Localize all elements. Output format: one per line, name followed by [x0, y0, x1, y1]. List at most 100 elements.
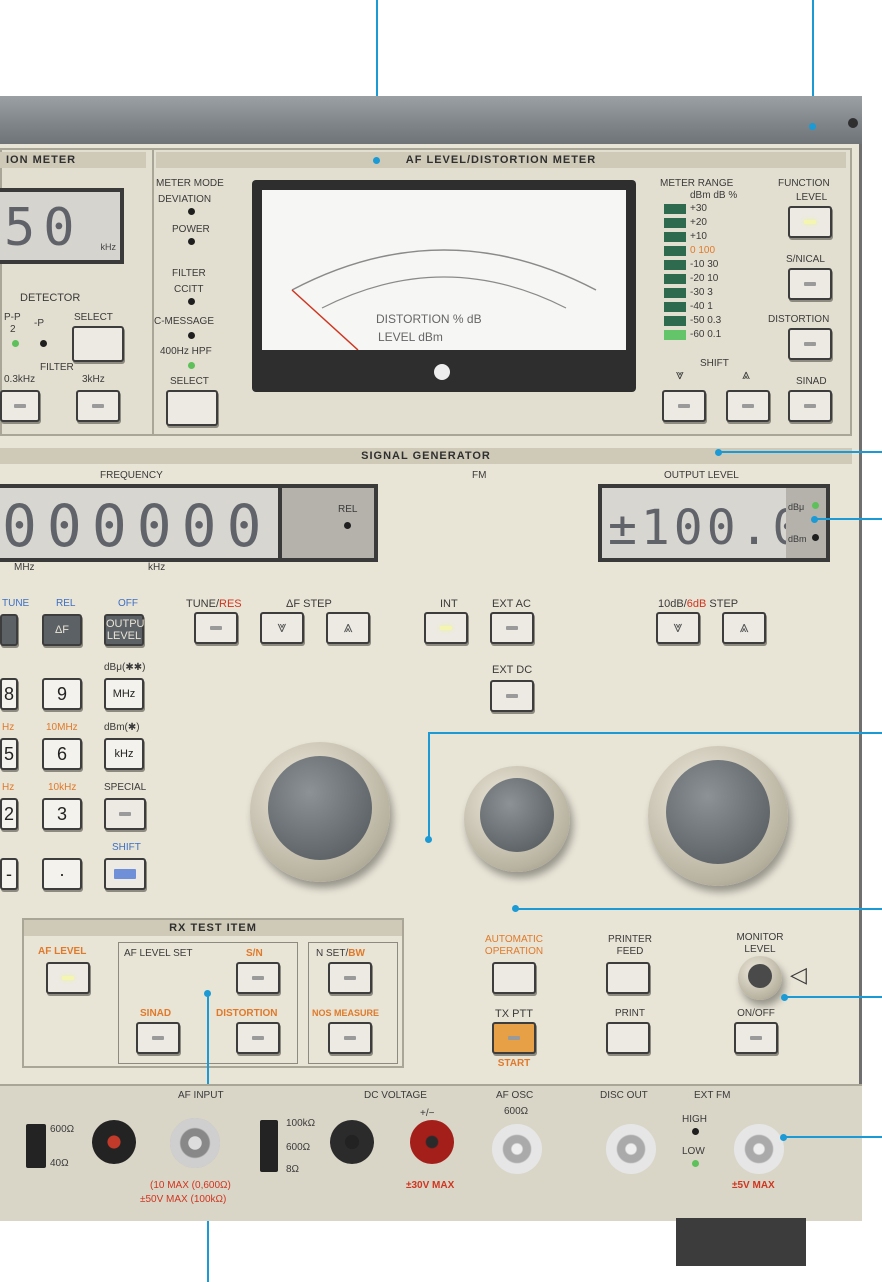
callout-line-extfm: [783, 1136, 882, 1138]
delta-f-key[interactable]: ΔF: [42, 614, 82, 646]
detector-label: DETECTOR: [20, 292, 81, 304]
tx-ptt-label: TX PTT: [495, 1008, 533, 1020]
ccitt-label: CCITT: [174, 284, 204, 295]
key-6[interactable]: 6: [42, 738, 82, 770]
af-osc-bnc[interactable]: [492, 1124, 542, 1174]
key-3[interactable]: 3: [42, 798, 82, 830]
key-2[interactable]: 2: [0, 798, 18, 830]
dc-voltage-jack-red[interactable]: [410, 1120, 454, 1164]
sn-label: S/N: [246, 948, 263, 959]
disc-out-bnc[interactable]: [606, 1124, 656, 1174]
print-button[interactable]: [606, 1022, 650, 1054]
ion-meter-title: ION METER: [0, 152, 146, 168]
sn-cal-label: S/NICAL: [786, 254, 825, 265]
key-minus[interactable]: -: [0, 858, 18, 890]
af-input-bnc[interactable]: [170, 1118, 220, 1168]
key-8[interactable]: 8: [0, 678, 18, 710]
impedance-switch-1[interactable]: [26, 1124, 46, 1168]
shift-up-button[interactable]: [726, 390, 770, 422]
level-step-down-button[interactable]: ⩔: [656, 612, 700, 644]
printer-feed-button[interactable]: [606, 962, 650, 994]
deviation-unit: kHz: [100, 242, 117, 252]
monitor-level-knob[interactable]: [738, 956, 782, 1000]
dc-voltage-label: DC VOLTAGE: [364, 1090, 427, 1101]
tune-res-button[interactable]: [194, 612, 238, 644]
callout-dot-knob: [425, 836, 432, 843]
distortion-function-label: DISTORTION: [768, 314, 830, 325]
sinad-function-button[interactable]: [788, 390, 832, 422]
af-osc-600-label: 600Ω: [504, 1106, 529, 1117]
tune-label: TUNE: [2, 598, 30, 609]
level-function-button[interactable]: [788, 206, 832, 238]
ccitt-lamp: [188, 298, 195, 305]
int-button[interactable]: [424, 612, 468, 644]
df-step-down-button[interactable]: ⩔: [260, 612, 304, 644]
step-10db-text: 10dB/: [658, 598, 687, 610]
distortion-rx-button[interactable]: [236, 1022, 280, 1054]
fm-deviation-knob[interactable]: [464, 766, 570, 872]
hz-label-2: Hz: [2, 782, 15, 793]
output-level-knob[interactable]: [648, 746, 788, 886]
meter-zero-adjust[interactable]: [434, 364, 450, 380]
pp-label: P-P: [4, 312, 21, 323]
output-level-key[interactable]: OUTPUT LEVEL: [104, 614, 151, 646]
frequency-label: FREQUENCY: [100, 470, 163, 481]
monitor-onoff-button[interactable]: [734, 1022, 778, 1054]
meter-select-button[interactable]: [166, 390, 218, 426]
sinad-function-label: SINAD: [796, 376, 827, 387]
detector-select-button[interactable]: [72, 326, 124, 362]
int-label: INT: [440, 598, 458, 610]
shift-down-button[interactable]: [662, 390, 706, 422]
range-item: -20 10: [690, 273, 719, 284]
special-key[interactable]: [104, 798, 146, 830]
khz-key[interactable]: kHz: [104, 738, 144, 770]
callout-dot-topright: [809, 123, 816, 130]
ext-dc-button[interactable]: [490, 680, 534, 712]
key-5[interactable]: 5: [0, 738, 18, 770]
key-9[interactable]: 9: [42, 678, 82, 710]
ohm600-label: 600Ω: [50, 1124, 75, 1135]
sn-button[interactable]: [236, 962, 280, 994]
hpf-lamp: [188, 362, 195, 369]
nset-button[interactable]: [328, 962, 372, 994]
af-input-jack-black[interactable]: [92, 1120, 136, 1164]
output-unit-panel: dBμ dBm: [786, 484, 830, 562]
meter-select-label: SELECT: [170, 376, 209, 387]
ext-ac-button[interactable]: [490, 612, 534, 644]
range-item: -60 0.1: [690, 329, 722, 340]
automatic-operation-button[interactable]: [492, 962, 536, 994]
distortion-function-button[interactable]: [788, 328, 832, 360]
dbu-star-label: dBμ(✱✱): [104, 662, 146, 673]
fm-label: FM: [472, 470, 487, 481]
nos-measure-button[interactable]: [328, 1022, 372, 1054]
special-label: SPECIAL: [104, 782, 147, 793]
automatic-label: AUTOMATIC: [485, 934, 543, 945]
mhz-label: MHz: [14, 562, 35, 573]
filter-03khz-button[interactable]: [0, 390, 40, 422]
dc-max-label: ±30V MAX: [406, 1180, 455, 1191]
dc-voltage-jack-black[interactable]: [330, 1120, 374, 1164]
screw-icon: [848, 118, 858, 128]
top-trim-bar: [0, 96, 862, 144]
key-dot[interactable]: ·: [42, 858, 82, 890]
tune-key[interactable]: [0, 614, 18, 646]
ext-fm-bnc[interactable]: [734, 1124, 784, 1174]
level-step-up-button[interactable]: ⩓: [722, 612, 766, 644]
tx-ptt-button[interactable]: [492, 1022, 536, 1054]
impedance-switch-2[interactable]: [260, 1120, 278, 1172]
range-item: +20: [690, 217, 707, 228]
af-level-button[interactable]: [46, 962, 90, 994]
filter-3khz-button[interactable]: [76, 390, 120, 422]
output-display: ±100.0: [598, 484, 786, 562]
mhz-key[interactable]: MHz: [104, 678, 144, 710]
k100-label: 100kΩ: [286, 1118, 316, 1129]
sinad-rx-button[interactable]: [136, 1022, 180, 1054]
shift-key[interactable]: [104, 858, 146, 890]
sinad-rx-label: SINAD: [140, 1008, 172, 1019]
sn-cal-button[interactable]: [788, 268, 832, 300]
frequency-tuning-knob[interactable]: [250, 742, 390, 882]
chevron-up-icon: ⩓: [739, 619, 749, 636]
df-step-up-button[interactable]: ⩓: [326, 612, 370, 644]
operation-label: OPERATION: [484, 946, 544, 957]
af-input-label: AF INPUT: [178, 1090, 224, 1101]
